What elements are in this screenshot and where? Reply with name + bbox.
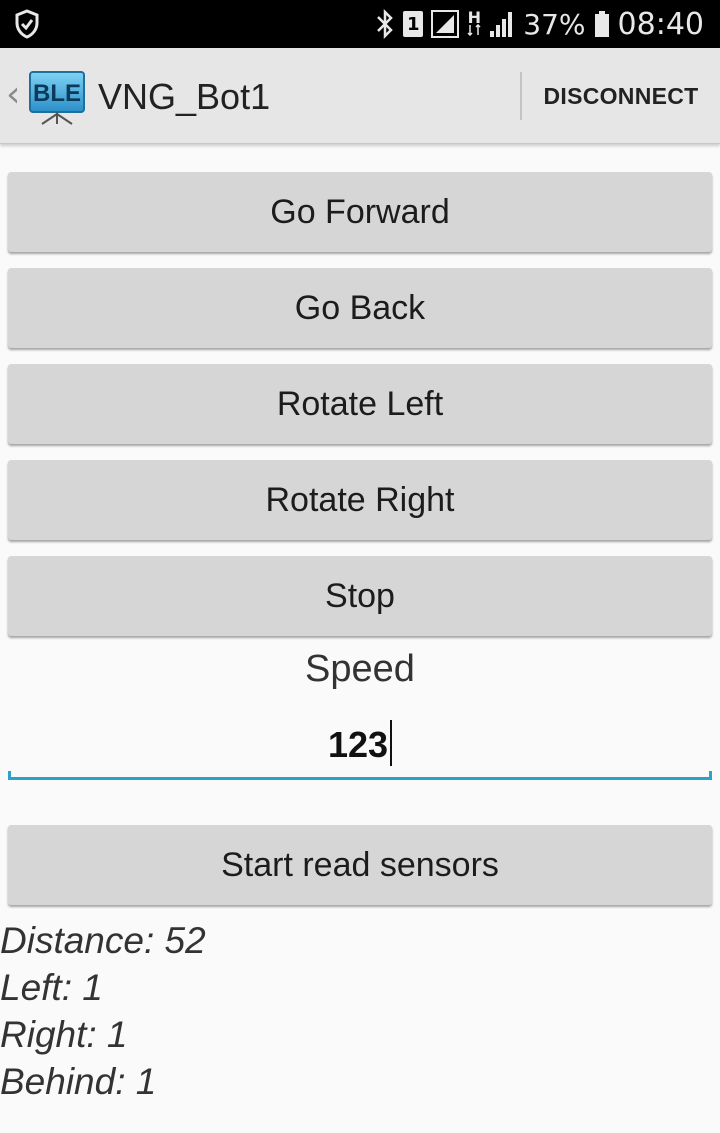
network-type-icon: H bbox=[467, 10, 481, 36]
battery-percent: 37% bbox=[523, 7, 586, 41]
stop-button[interactable]: Stop bbox=[8, 556, 712, 636]
sim-badge: 1 bbox=[403, 11, 424, 37]
clock: 08:40 bbox=[617, 6, 704, 42]
distance-readout: Distance: 52 bbox=[0, 920, 206, 961]
app-title: VNG_Bot1 bbox=[98, 76, 271, 117]
rotate-left-button[interactable]: Rotate Left bbox=[8, 364, 712, 444]
speed-input[interactable]: 123 bbox=[8, 716, 712, 780]
shield-check-icon bbox=[14, 9, 40, 44]
signal-icon bbox=[489, 9, 515, 39]
back-chevron-icon[interactable]: ‹ bbox=[6, 74, 20, 115]
behind-sensor-readout: Behind: 1 bbox=[0, 1061, 157, 1102]
signal-sim1-icon bbox=[431, 9, 460, 39]
status-bar: 1 H 37% 08:40 bbox=[0, 0, 720, 48]
speed-value[interactable]: 123 bbox=[328, 724, 388, 765]
start-read-sensors-button[interactable]: Start read sensors bbox=[8, 825, 712, 905]
action-bar: ‹ BLE VNG_Bot1 DISCONNECT bbox=[0, 48, 720, 144]
app-icon-text: BLE bbox=[33, 80, 81, 107]
disconnect-button[interactable]: DISCONNECT bbox=[522, 48, 720, 144]
text-caret bbox=[390, 720, 393, 767]
speed-label: Speed bbox=[305, 648, 415, 690]
go-forward-button[interactable]: Go Forward bbox=[8, 172, 712, 252]
battery-icon bbox=[594, 9, 610, 39]
go-back-button[interactable]: Go Back bbox=[8, 268, 712, 348]
app-icon[interactable]: BLE bbox=[28, 70, 86, 126]
speed-input-underline bbox=[8, 771, 712, 780]
right-sensor-readout: Right: 1 bbox=[0, 1014, 128, 1055]
bluetooth-icon bbox=[375, 9, 395, 39]
rotate-right-button[interactable]: Rotate Right bbox=[8, 460, 712, 540]
left-sensor-readout: Left: 1 bbox=[0, 967, 103, 1008]
